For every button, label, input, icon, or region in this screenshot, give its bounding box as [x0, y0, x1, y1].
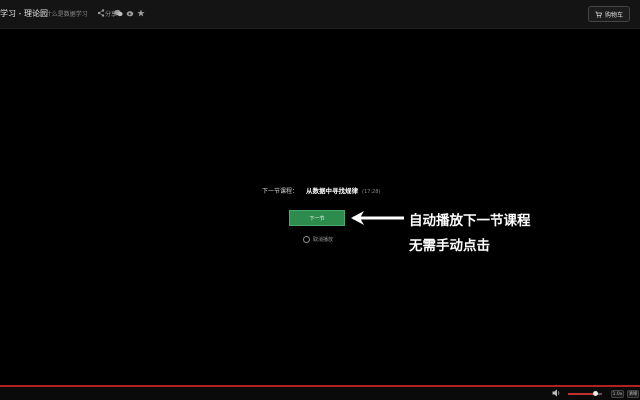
weibo-icon	[126, 11, 134, 17]
share-icon	[97, 9, 105, 17]
weibo-button[interactable]	[126, 7, 134, 19]
cart-label: 购物车	[604, 11, 623, 19]
volume-icon[interactable]	[552, 389, 561, 397]
qzone-icon	[137, 9, 145, 17]
player-controls	[0, 387, 640, 400]
volume-slider-knob[interactable]	[592, 391, 598, 396]
cart-button[interactable]: 购物车	[587, 6, 630, 22]
cancel-autoplay[interactable]: 取消播放	[303, 236, 333, 243]
wechat-icon	[114, 9, 123, 17]
qzone-button[interactable]	[137, 7, 145, 19]
playback-speed-button[interactable]: 1.0x	[611, 390, 624, 398]
annotation-line-2: 无需手动点击	[409, 238, 490, 254]
next-lesson-duration: (17:28)	[362, 189, 381, 195]
annotation-arrow-icon	[351, 211, 404, 225]
next-lesson-title: 从数据中寻找规律	[306, 187, 359, 195]
next-lesson-label: 下一节课程：	[262, 188, 299, 195]
cart-icon	[595, 11, 602, 18]
lesson-subtitle: 3-4 什么是数据学习	[34, 11, 88, 18]
quality-button[interactable]: 清晰	[627, 390, 639, 398]
next-lesson-info: 下一节课程： 从数据中寻找规律 (17:28)	[262, 185, 380, 195]
cancel-autoplay-label: 取消播放	[313, 237, 334, 243]
volume-slider-fill	[568, 393, 596, 395]
loading-spinner-icon	[303, 236, 310, 243]
next-lesson-button[interactable]: 下一节	[289, 210, 345, 226]
volume-slider[interactable]	[568, 391, 602, 396]
top-bar: 学习 - 理论园 3-4 什么是数据学习 分享 购物车	[0, 0, 640, 29]
wechat-button[interactable]	[114, 7, 123, 19]
annotation-line-1: 自动播放下一节课程	[409, 213, 531, 229]
